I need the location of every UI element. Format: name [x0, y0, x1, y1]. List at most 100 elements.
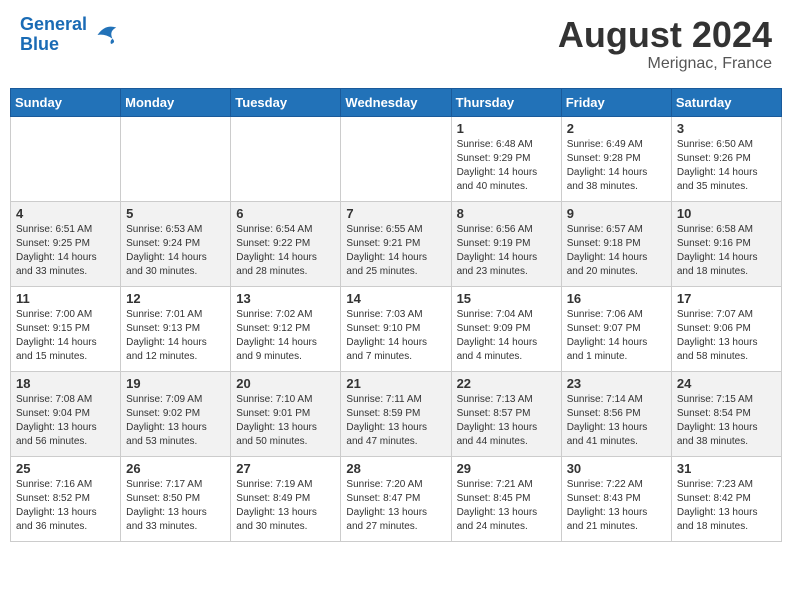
day-cell: 1 Sunrise: 6:48 AM Sunset: 9:29 PM Daylig… — [451, 116, 561, 201]
day-cell: 5 Sunrise: 6:53 AM Sunset: 9:24 PM Daylig… — [121, 201, 231, 286]
day-number: 2 — [567, 121, 666, 136]
day-info: Sunrise: 6:54 AM Sunset: 9:22 PM Dayligh… — [236, 223, 335, 279]
day-number: 13 — [236, 291, 335, 306]
week-row-3: 11Sunrise: 7:00 AM Sunset: 9:15 PM Dayli… — [11, 286, 782, 371]
day-cell — [341, 116, 451, 201]
day-info: Sunrise: 6:55 AM Sunset: 9:21 PM Dayligh… — [346, 223, 445, 279]
day-cell: 11Sunrise: 7:00 AM Sunset: 9:15 PM Dayli… — [11, 286, 121, 371]
day-info: Sunrise: 6:56 AM Sunset: 9:19 PM Dayligh… — [457, 223, 556, 279]
day-number: 21 — [346, 376, 445, 391]
day-number: 18 — [16, 376, 115, 391]
day-number: 12 — [126, 291, 225, 306]
header-monday: Monday — [121, 88, 231, 116]
day-cell — [231, 116, 341, 201]
day-cell: 12 Sunrise: 7:01 AM Sunset: 9:13 PM Dayli… — [121, 286, 231, 371]
day-info: Sunrise: 7:14 AM Sunset: 8:56 PM Dayligh… — [567, 393, 666, 449]
day-info: Sunrise: 7:00 AM Sunset: 9:15 PM Dayligh… — [16, 308, 115, 364]
day-number: 15 — [457, 291, 556, 306]
header-tuesday: Tuesday — [231, 88, 341, 116]
day-number: 19 — [126, 376, 225, 391]
day-info: Sunrise: 7:22 AM Sunset: 8:43 PM Dayligh… — [567, 478, 666, 534]
day-cell: 19 Sunrise: 7:09 AM Sunset: 9:02 PM Dayli… — [121, 371, 231, 456]
day-info: Sunrise: 7:02 AM Sunset: 9:12 PM Dayligh… — [236, 308, 335, 364]
day-cell: 20 Sunrise: 7:10 AM Sunset: 9:01 PM Dayli… — [231, 371, 341, 456]
day-number: 10 — [677, 206, 776, 221]
day-cell: 3 Sunrise: 6:50 AM Sunset: 9:26 PM Daylig… — [671, 116, 781, 201]
header-friday: Friday — [561, 88, 671, 116]
day-cell: 8 Sunrise: 6:56 AM Sunset: 9:19 PM Daylig… — [451, 201, 561, 286]
day-cell: 2 Sunrise: 6:49 AM Sunset: 9:28 PM Daylig… — [561, 116, 671, 201]
title-block: August 2024 Merignac, France — [558, 15, 772, 73]
page-header: General Blue August 2024 Merignac, Franc… — [10, 10, 782, 78]
day-cell: 21 Sunrise: 7:11 AM Sunset: 8:59 PM Dayli… — [341, 371, 451, 456]
location: Merignac, France — [558, 55, 772, 73]
day-info: Sunrise: 7:06 AM Sunset: 9:07 PM Dayligh… — [567, 308, 666, 364]
day-info: Sunrise: 7:10 AM Sunset: 9:01 PM Dayligh… — [236, 393, 335, 449]
week-row-1: 1 Sunrise: 6:48 AM Sunset: 9:29 PM Daylig… — [11, 116, 782, 201]
day-info: Sunrise: 7:09 AM Sunset: 9:02 PM Dayligh… — [126, 393, 225, 449]
day-number: 1 — [457, 121, 556, 136]
calendar-header-row: SundayMondayTuesdayWednesdayThursdayFrid… — [11, 88, 782, 116]
day-number: 22 — [457, 376, 556, 391]
day-cell: 13 Sunrise: 7:02 AM Sunset: 9:12 PM Dayli… — [231, 286, 341, 371]
header-saturday: Saturday — [671, 88, 781, 116]
day-cell: 27 Sunrise: 7:19 AM Sunset: 8:49 PM Dayli… — [231, 456, 341, 541]
day-info: Sunrise: 6:48 AM Sunset: 9:29 PM Dayligh… — [457, 138, 556, 194]
day-number: 3 — [677, 121, 776, 136]
day-number: 23 — [567, 376, 666, 391]
day-number: 24 — [677, 376, 776, 391]
day-cell — [11, 116, 121, 201]
day-info: Sunrise: 7:11 AM Sunset: 8:59 PM Dayligh… — [346, 393, 445, 449]
day-info: Sunrise: 7:04 AM Sunset: 9:09 PM Dayligh… — [457, 308, 556, 364]
day-info: Sunrise: 6:53 AM Sunset: 9:24 PM Dayligh… — [126, 223, 225, 279]
day-number: 7 — [346, 206, 445, 221]
day-info: Sunrise: 7:20 AM Sunset: 8:47 PM Dayligh… — [346, 478, 445, 534]
day-cell: 26 Sunrise: 7:17 AM Sunset: 8:50 PM Dayli… — [121, 456, 231, 541]
day-number: 25 — [16, 461, 115, 476]
month-title: August 2024 — [558, 15, 772, 55]
day-cell: 4Sunrise: 6:51 AM Sunset: 9:25 PM Daylig… — [11, 201, 121, 286]
day-cell: 31Sunrise: 7:23 AM Sunset: 8:42 PM Dayli… — [671, 456, 781, 541]
header-thursday: Thursday — [451, 88, 561, 116]
day-info: Sunrise: 7:15 AM Sunset: 8:54 PM Dayligh… — [677, 393, 776, 449]
day-info: Sunrise: 7:01 AM Sunset: 9:13 PM Dayligh… — [126, 308, 225, 364]
logo-bird-icon — [90, 20, 120, 50]
day-number: 27 — [236, 461, 335, 476]
day-info: Sunrise: 7:19 AM Sunset: 8:49 PM Dayligh… — [236, 478, 335, 534]
day-info: Sunrise: 7:21 AM Sunset: 8:45 PM Dayligh… — [457, 478, 556, 534]
day-cell — [121, 116, 231, 201]
week-row-2: 4Sunrise: 6:51 AM Sunset: 9:25 PM Daylig… — [11, 201, 782, 286]
day-info: Sunrise: 7:23 AM Sunset: 8:42 PM Dayligh… — [677, 478, 776, 534]
day-number: 30 — [567, 461, 666, 476]
day-cell: 16 Sunrise: 7:06 AM Sunset: 9:07 PM Dayli… — [561, 286, 671, 371]
day-number: 9 — [567, 206, 666, 221]
day-info: Sunrise: 6:50 AM Sunset: 9:26 PM Dayligh… — [677, 138, 776, 194]
day-number: 5 — [126, 206, 225, 221]
day-info: Sunrise: 6:49 AM Sunset: 9:28 PM Dayligh… — [567, 138, 666, 194]
day-number: 16 — [567, 291, 666, 306]
week-row-4: 18Sunrise: 7:08 AM Sunset: 9:04 PM Dayli… — [11, 371, 782, 456]
day-number: 8 — [457, 206, 556, 221]
day-info: Sunrise: 6:58 AM Sunset: 9:16 PM Dayligh… — [677, 223, 776, 279]
logo-text2: Blue — [20, 35, 87, 55]
day-info: Sunrise: 6:51 AM Sunset: 9:25 PM Dayligh… — [16, 223, 115, 279]
day-cell: 24 Sunrise: 7:15 AM Sunset: 8:54 PM Dayli… — [671, 371, 781, 456]
week-row-5: 25 Sunrise: 7:16 AM Sunset: 8:52 PM Dayli… — [11, 456, 782, 541]
day-number: 14 — [346, 291, 445, 306]
day-cell: 7 Sunrise: 6:55 AM Sunset: 9:21 PM Daylig… — [341, 201, 451, 286]
day-cell: 28 Sunrise: 7:20 AM Sunset: 8:47 PM Dayli… — [341, 456, 451, 541]
day-number: 6 — [236, 206, 335, 221]
day-cell: 18Sunrise: 7:08 AM Sunset: 9:04 PM Dayli… — [11, 371, 121, 456]
day-cell: 29Sunrise: 7:21 AM Sunset: 8:45 PM Dayli… — [451, 456, 561, 541]
day-info: Sunrise: 7:13 AM Sunset: 8:57 PM Dayligh… — [457, 393, 556, 449]
day-number: 20 — [236, 376, 335, 391]
day-cell: 14Sunrise: 7:03 AM Sunset: 9:10 PM Dayli… — [341, 286, 451, 371]
logo-text: General — [20, 15, 87, 35]
day-cell: 15 Sunrise: 7:04 AM Sunset: 9:09 PM Dayli… — [451, 286, 561, 371]
day-number: 28 — [346, 461, 445, 476]
day-cell: 22 Sunrise: 7:13 AM Sunset: 8:57 PM Dayli… — [451, 371, 561, 456]
day-info: Sunrise: 7:17 AM Sunset: 8:50 PM Dayligh… — [126, 478, 225, 534]
day-info: Sunrise: 6:57 AM Sunset: 9:18 PM Dayligh… — [567, 223, 666, 279]
day-number: 26 — [126, 461, 225, 476]
day-info: Sunrise: 7:16 AM Sunset: 8:52 PM Dayligh… — [16, 478, 115, 534]
